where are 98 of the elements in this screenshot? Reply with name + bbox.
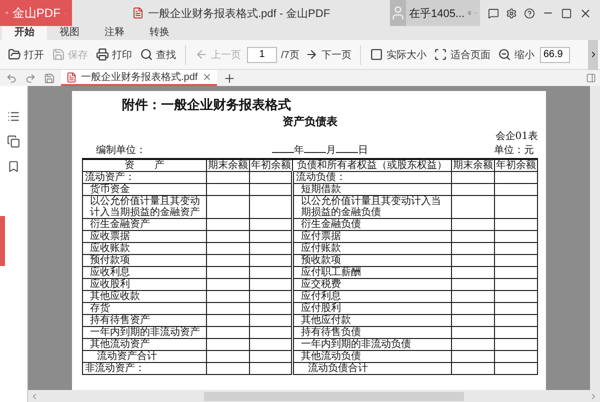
user-account-button[interactable]: 在乎1405... bbox=[390, 0, 480, 26]
toolbar-button[interactable]: 下一页 bbox=[303, 46, 354, 64]
column-header: 负债和所有者权益（或股东权益） bbox=[292, 159, 452, 172]
column-header: 年初余额 bbox=[250, 159, 292, 172]
column-header: 资 产 bbox=[82, 159, 206, 172]
folder-icon bbox=[8, 48, 21, 61]
list-icon[interactable] bbox=[7, 110, 20, 123]
settings-icon[interactable] bbox=[506, 8, 517, 18]
document-heading: 附件：一般企业财务报表格式 bbox=[122, 97, 292, 114]
table-cell: 存货 bbox=[82, 302, 206, 314]
page-number-field[interactable]: 1 bbox=[247, 46, 277, 62]
close-icon[interactable] bbox=[579, 6, 592, 20]
column-header: 期末余额 bbox=[206, 159, 250, 172]
table-cell: 流动负债： bbox=[292, 172, 452, 184]
horizontal-scrollbar[interactable] bbox=[28, 390, 600, 402]
panel-icon[interactable] bbox=[586, 73, 596, 83]
window-title: 一般企业财务报表格式.pdf - 金山PDF bbox=[148, 6, 330, 20]
table-cell: 衍生金融资产 bbox=[82, 218, 206, 230]
fill-in-line bbox=[336, 152, 358, 153]
app-logo-button[interactable]: 金山PDF bbox=[0, 0, 72, 26]
table-cell: 应收票据 bbox=[82, 230, 206, 242]
table-cell: 应收股利 bbox=[82, 278, 206, 290]
table-cell: 非流动资产： bbox=[82, 362, 206, 374]
prepared-by-label: 编制单位： bbox=[96, 144, 146, 157]
table-cell: 预收款项 bbox=[292, 254, 452, 266]
fit-page-icon bbox=[434, 48, 448, 61]
table-cell: 短期借款 bbox=[292, 184, 452, 196]
document-tab[interactable]: 一般企业财务报表格式.pdf bbox=[61, 70, 217, 86]
save-icon[interactable] bbox=[44, 72, 55, 84]
toolbar-button[interactable]: 缩小 bbox=[496, 46, 536, 64]
bookmark-icon[interactable] bbox=[7, 160, 20, 173]
save-icon bbox=[52, 48, 65, 61]
table-cell: 应收利息 bbox=[82, 266, 206, 278]
table-cell: 其他流动资产 bbox=[82, 338, 206, 350]
form-number: 会企01表 bbox=[495, 131, 538, 142]
table-cell: 应付票据 bbox=[292, 230, 452, 242]
table-cell: 流动负债合计 bbox=[292, 362, 452, 374]
zoom-out-icon bbox=[498, 48, 512, 61]
pdf-file-icon bbox=[132, 7, 144, 19]
sidebar-handle[interactable] bbox=[0, 216, 5, 266]
printer-icon bbox=[96, 48, 109, 61]
table-cell: 应付职工薪酬 bbox=[292, 266, 452, 278]
face-icon bbox=[468, 8, 472, 18]
redo-icon[interactable] bbox=[25, 72, 36, 84]
table-cell: 应付账款 bbox=[292, 242, 452, 254]
undo-icon[interactable] bbox=[6, 72, 17, 84]
pdf-file-icon bbox=[66, 72, 77, 82]
table-cell: 衍生金融负债 bbox=[292, 218, 452, 230]
table-cell: 其他应收款 bbox=[82, 290, 206, 302]
actual-size-icon bbox=[370, 48, 384, 61]
pages-icon[interactable] bbox=[7, 135, 20, 148]
date-label: 日 bbox=[358, 144, 368, 157]
chevron-right-icon bbox=[589, 392, 598, 400]
toolbar-button[interactable]: 打印 bbox=[94, 46, 134, 64]
table-cell: 持有待售负债 bbox=[292, 326, 452, 338]
table-cell: 应付利息 bbox=[292, 290, 452, 302]
table-cell: 流动资产： bbox=[82, 172, 206, 184]
ribbon-tab[interactable]: 开始 bbox=[2, 26, 47, 40]
table-cell: 持有待售资产 bbox=[82, 314, 206, 326]
table-cell: 应收账款 bbox=[82, 242, 206, 254]
chevron-left-icon bbox=[30, 392, 39, 400]
table-cell: 其他流动负债 bbox=[292, 350, 452, 362]
message-icon[interactable] bbox=[488, 8, 499, 18]
ribbon-tab[interactable]: 视图 bbox=[47, 26, 92, 40]
table-cell: 应付股利 bbox=[292, 302, 452, 314]
table-cell: 应交税费 bbox=[292, 278, 452, 290]
zoom-field[interactable]: 66.9 bbox=[540, 46, 570, 62]
table-cell: 以公允价值计量且其变动计入当期损益的金融资产 bbox=[82, 196, 206, 218]
ribbon-tab[interactable]: 转换 bbox=[137, 26, 182, 40]
arrow-right-icon bbox=[305, 48, 318, 61]
table-cell: 以公允价值计量且其变动计入当期损益的金融负债 bbox=[292, 196, 452, 218]
column-header: 年初余额 bbox=[494, 159, 538, 172]
fill-in-line bbox=[272, 152, 294, 153]
search-icon bbox=[140, 48, 153, 61]
date-label: 月 bbox=[326, 144, 336, 157]
page-count: /7页 bbox=[281, 48, 300, 62]
unit-label: 单位：元 bbox=[494, 144, 534, 157]
help-icon[interactable] bbox=[524, 8, 535, 18]
maximize-icon[interactable] bbox=[561, 8, 572, 18]
ribbon-tab[interactable]: 注释 bbox=[92, 26, 137, 40]
table-cell: 一年内到期的非流动资产 bbox=[82, 326, 206, 338]
new-tab-icon[interactable] bbox=[222, 72, 236, 84]
table-cell: 预付款项 bbox=[82, 254, 206, 266]
column-header: 期末余额 bbox=[452, 159, 494, 172]
table-cell: 货币资金 bbox=[82, 184, 206, 196]
toolbar-button[interactable]: 查找 bbox=[138, 46, 178, 64]
vertical-scrollbar[interactable] bbox=[590, 86, 600, 390]
document-title: 资产负债表 bbox=[282, 114, 338, 129]
table-cell: 一年内到期的非流动负债 bbox=[292, 338, 452, 350]
toolbar-button[interactable]: 适合页面 bbox=[432, 46, 492, 64]
arrow-left-icon bbox=[195, 48, 208, 61]
close-icon[interactable] bbox=[202, 72, 212, 82]
toolbar-button[interactable]: 打开 bbox=[6, 46, 46, 64]
table-cell: 其他应付款 bbox=[292, 314, 452, 326]
fill-in-line bbox=[304, 152, 326, 153]
date-label: 年 bbox=[294, 144, 304, 157]
table-cell: 流动资产合计 bbox=[82, 350, 206, 362]
toolbar-button[interactable]: 实际大小 bbox=[368, 46, 428, 64]
